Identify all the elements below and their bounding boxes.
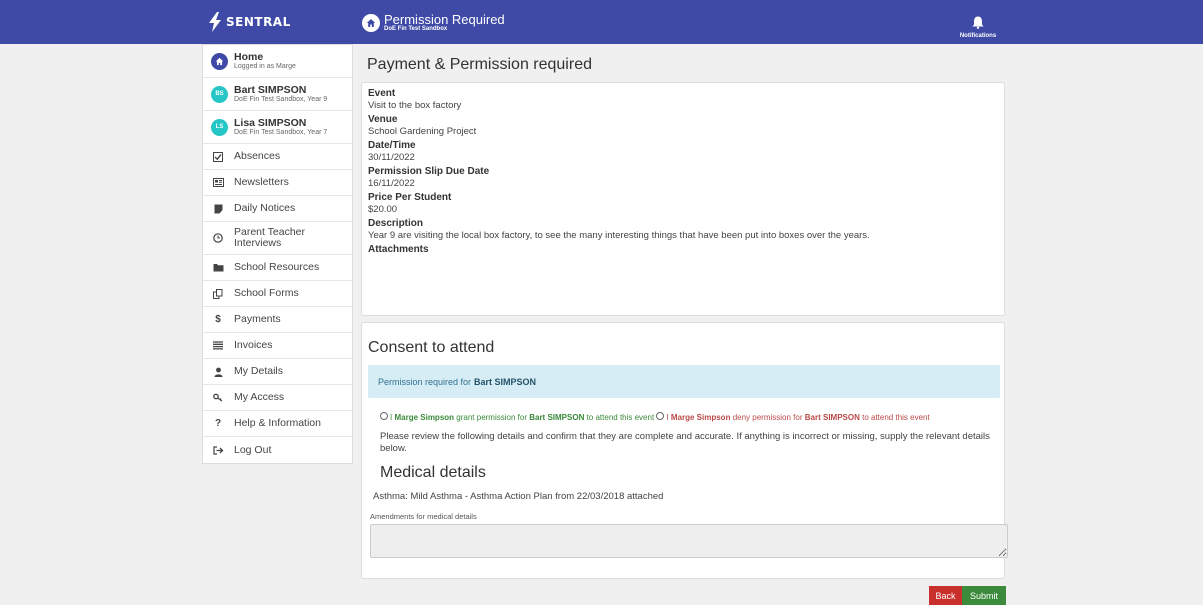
student-avatar: LS: [211, 118, 228, 136]
list-icon: [211, 341, 225, 350]
price-label: Price Per Student: [368, 192, 452, 203]
student-name: Bart SIMPSON: [234, 83, 307, 96]
sidebar-item-label: Invoices: [234, 339, 273, 351]
clock-icon: [211, 233, 225, 243]
deny-option[interactable]: I Marge Simpson deny permission for Bart…: [656, 412, 930, 422]
bell-icon: [972, 16, 984, 29]
amendments-textarea[interactable]: [370, 524, 1008, 558]
question-icon: ?: [214, 418, 222, 429]
attachments-label: Attachments: [368, 244, 429, 255]
review-instructions: Please review the following details and …: [380, 431, 990, 454]
sidebar-item-my-access[interactable]: My Access: [203, 385, 352, 411]
sidebar-item-log-out[interactable]: Log Out: [203, 437, 352, 463]
deny-radio[interactable]: [656, 412, 665, 420]
sidebar-item-payments[interactable]: $ Payments: [203, 307, 352, 333]
sidebar-item-student-lisa[interactable]: LS Lisa SIMPSON DoE Fin Test Sandbox, Ye…: [203, 111, 352, 144]
alert-student: Bart SIMPSON: [474, 376, 537, 387]
top-bar: SENTRAL Permission Required DoE Fin Test…: [0, 0, 1203, 44]
sidebar-item-label: Absences: [234, 150, 281, 162]
page-title: Permission Required: [384, 12, 505, 27]
sentral-logo[interactable]: SENTRAL: [208, 12, 291, 32]
dollar-icon: $: [215, 314, 221, 325]
sidebar-item-label: School Resources: [234, 261, 320, 273]
sidebar-item-label: Parent Teacher Interviews: [234, 226, 306, 249]
price-value: $20.00: [368, 204, 398, 215]
sidebar-item-label: My Details: [234, 365, 284, 377]
logout-icon: [211, 445, 225, 455]
medical-details-heading: Medical details: [380, 464, 486, 481]
event-value: Visit to the box factory: [368, 100, 462, 111]
consent-options: I Marge Simpson grant permission for Bar…: [380, 412, 930, 422]
medical-details-text: Asthma: Mild Asthma - Asthma Action Plan…: [373, 491, 664, 502]
home-title: Home: [234, 50, 264, 63]
newspaper-icon: [211, 178, 225, 187]
event-details-card: Event Visit to the box factory Venue Sch…: [361, 82, 1005, 316]
sidebar-item-label: Help & Information: [234, 417, 321, 429]
description-label: Description: [368, 218, 424, 229]
sidebar-item-label: Log Out: [234, 443, 272, 456]
venue-label: Venue: [368, 114, 398, 125]
sidebar-item-absences[interactable]: Absences: [203, 144, 352, 170]
student-name: Lisa SIMPSON: [234, 116, 307, 129]
due-date-label: Permission Slip Due Date: [368, 166, 490, 177]
back-button[interactable]: Back: [929, 586, 962, 605]
page-header: Permission Required DoE Fin Test Sandbox: [362, 13, 505, 33]
alert-text: Permission required for: [378, 376, 472, 387]
sidebar-item-my-details[interactable]: My Details: [203, 359, 352, 385]
sidebar-item-newsletters[interactable]: Newsletters: [203, 170, 352, 196]
user-icon: [211, 367, 225, 377]
sidebar-item-help[interactable]: ? Help & Information: [203, 411, 352, 437]
sidebar-item-label: My Access: [234, 391, 285, 403]
permission-alert: Permission required for Bart SIMPSON: [368, 365, 1000, 398]
sidebar-item-label: Daily Notices: [234, 202, 296, 214]
consent-title: Consent to attend: [368, 339, 495, 356]
home-avatar-icon: [211, 52, 228, 70]
lightning-logo-icon: [209, 12, 221, 32]
event-label: Event: [368, 88, 396, 99]
main-heading: Payment & Permission required: [367, 56, 592, 73]
sidebar-item-school-resources[interactable]: School Resources: [203, 255, 352, 281]
student-details: DoE Fin Test Sandbox, Year 7: [234, 128, 328, 136]
sidebar-item-daily-notices[interactable]: Daily Notices: [203, 196, 352, 222]
notifications-button[interactable]: Notifications: [953, 16, 1003, 39]
amendments-label: Amendments for medical details: [370, 512, 477, 521]
submit-button[interactable]: Submit: [962, 586, 1006, 605]
sidebar-item-label: School Forms: [234, 287, 299, 299]
folder-icon: [211, 263, 225, 272]
date-time-label: Date/Time: [368, 140, 416, 151]
notifications-label: Notifications: [959, 33, 997, 39]
sidebar-item-home[interactable]: Home Logged in as Marge: [203, 45, 352, 78]
bookmark-icon: [211, 204, 225, 214]
due-date-value: 16/11/2022: [368, 178, 415, 189]
sidebar: Home Logged in as Marge BS Bart SIMPSON …: [202, 44, 353, 464]
venue-value: School Gardening Project: [368, 126, 477, 137]
sidebar-item-label: Payments: [234, 313, 281, 325]
grant-radio[interactable]: [380, 412, 388, 420]
description-value: Year 9 are visiting the local box factor…: [368, 230, 870, 241]
student-avatar: BS: [211, 85, 228, 103]
sidebar-item-school-forms[interactable]: School Forms: [203, 281, 352, 307]
sidebar-item-invoices[interactable]: Invoices: [203, 333, 352, 359]
student-details: DoE Fin Test Sandbox, Year 9: [234, 95, 328, 103]
forms-icon: [211, 288, 225, 299]
page-subtitle: DoE Fin Test Sandbox: [384, 26, 448, 32]
checkbox-icon: [211, 151, 225, 162]
sidebar-item-student-bart[interactable]: BS Bart SIMPSON DoE Fin Test Sandbox, Ye…: [203, 78, 352, 111]
logged-in-as: Logged in as Marge: [234, 62, 296, 70]
sidebar-item-label: Newsletters: [234, 176, 289, 188]
grant-option[interactable]: I Marge Simpson grant permission for Bar…: [380, 412, 654, 422]
brand-name: SENTRAL: [226, 15, 291, 29]
sidebar-item-parent-teacher-interviews[interactable]: Parent Teacher Interviews: [203, 222, 352, 255]
date-time-value: 30/11/2022: [368, 152, 415, 163]
home-icon[interactable]: [362, 14, 380, 32]
key-icon: [211, 393, 225, 402]
